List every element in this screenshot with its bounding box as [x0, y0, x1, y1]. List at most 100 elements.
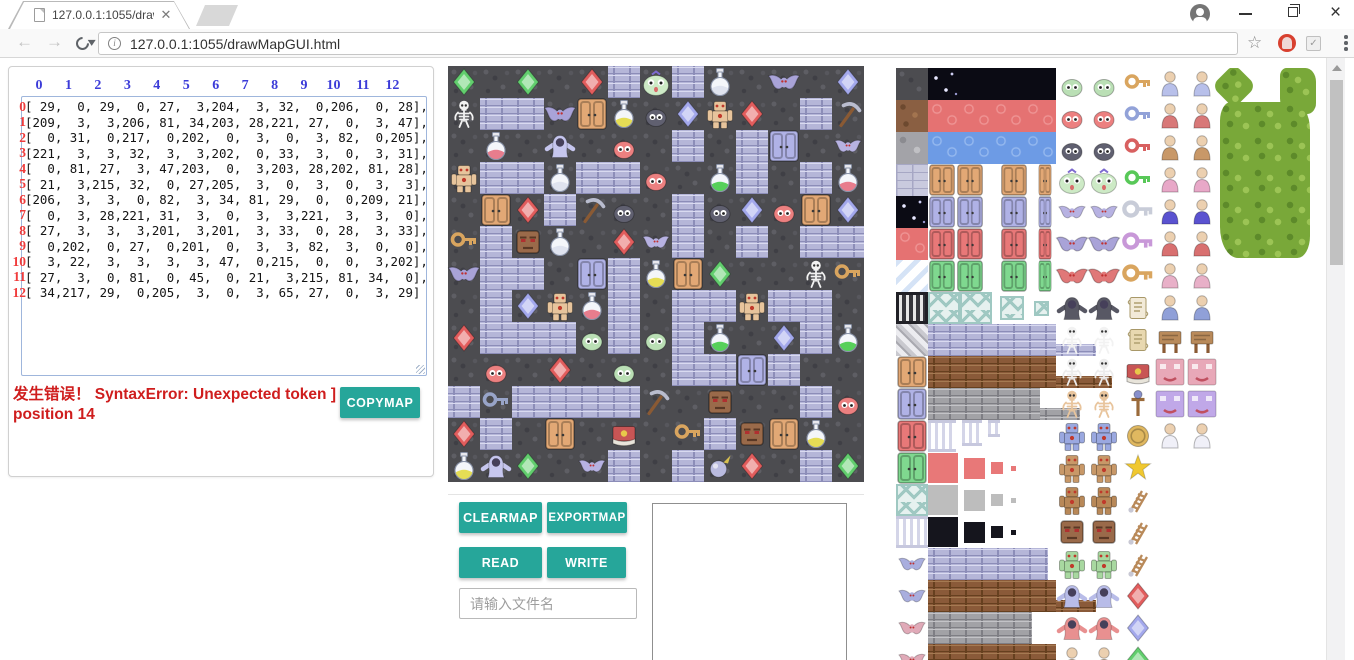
tileset-key[interactable]	[1122, 100, 1154, 132]
tileset-staff[interactable]	[1122, 388, 1154, 420]
tileset-fade-square[interactable]	[1011, 530, 1016, 535]
tileset-starfield[interactable]	[928, 68, 1056, 100]
map-tile-brick-wall[interactable]	[800, 98, 832, 130]
map-tile-blue-gem[interactable]	[512, 290, 544, 322]
tileset-door[interactable]	[896, 420, 928, 452]
map-tile-brick-wall[interactable]	[672, 226, 704, 258]
map-tile-red-gem[interactable]	[448, 322, 480, 354]
map-tile-brick-wall[interactable]	[672, 194, 704, 226]
tileset-char[interactable]	[1056, 644, 1088, 660]
tileset-bat[interactable]	[1056, 228, 1088, 260]
page-info-icon[interactable]: i	[108, 37, 121, 50]
map-tile-dark-floor[interactable]	[736, 322, 768, 354]
map-tile-orange-door[interactable]	[544, 418, 576, 450]
map-tile-orange-door[interactable]	[800, 194, 832, 226]
map-tile-green-slime[interactable]	[640, 322, 672, 354]
scroll-up-arrow-icon[interactable]	[1332, 65, 1342, 71]
map-tile-dark-floor[interactable]	[448, 290, 480, 322]
forward-button[interactable]: →	[46, 32, 63, 52]
tileset-golem[interactable]	[1088, 452, 1120, 484]
map-tile-yellow-potion[interactable]	[640, 258, 672, 290]
tileset-bigslime[interactable]	[1088, 164, 1120, 196]
read-button[interactable]: READ	[459, 547, 542, 578]
tileset-char[interactable]	[1154, 420, 1186, 452]
map-tile-dark-floor[interactable]	[448, 354, 480, 386]
tileset-char[interactable]	[1154, 228, 1186, 260]
map-tile-pickaxe[interactable]	[832, 98, 864, 130]
map-tile-yellow-potion[interactable]	[608, 98, 640, 130]
map-tile-blue-gem[interactable]	[736, 194, 768, 226]
map-tile-golem[interactable]	[736, 290, 768, 322]
tileset-char[interactable]	[1186, 196, 1218, 228]
map-tile-brick-wall[interactable]	[480, 226, 512, 258]
map-tile-brick-wall[interactable]	[704, 418, 736, 450]
map-tile-dark-floor[interactable]	[704, 130, 736, 162]
tileset-pillar[interactable]	[988, 420, 1000, 437]
profile-avatar-icon[interactable]	[1190, 4, 1210, 24]
tileset-palette[interactable]	[896, 68, 1330, 660]
tileset-fade-square[interactable]	[928, 517, 958, 547]
tileset-slime[interactable]	[1056, 68, 1088, 100]
tileset-dirt[interactable]	[896, 100, 928, 132]
tileset-ghost[interactable]	[1056, 580, 1088, 612]
tileset-golem[interactable]	[1088, 484, 1120, 516]
tileset-lava[interactable]	[928, 100, 1056, 132]
extension-check-icon[interactable]: ✓	[1306, 36, 1321, 51]
map-tile-blue-gem[interactable]	[768, 322, 800, 354]
tileset-ladder[interactable]	[1122, 516, 1154, 548]
map-tile-brick-wall[interactable]	[672, 290, 704, 322]
tileset-char[interactable]	[1154, 132, 1186, 164]
map-tile-dark-floor[interactable]	[544, 450, 576, 482]
map-tile-small-bat[interactable]	[576, 450, 608, 482]
map-tile-black-slime[interactable]	[704, 194, 736, 226]
map-tile-blue-key[interactable]	[480, 386, 512, 418]
tileset-ghost[interactable]	[1056, 292, 1088, 324]
tileset-slime[interactable]	[1088, 68, 1120, 100]
tileset-fade-square[interactable]	[964, 522, 985, 543]
map-tile-stone-face[interactable]	[736, 418, 768, 450]
tileset-sign[interactable]	[1154, 324, 1186, 356]
tileset-door-frame[interactable]	[956, 196, 984, 228]
tileset-gem[interactable]	[1122, 644, 1154, 660]
tileset-fade-square[interactable]	[928, 453, 958, 483]
map-tile-dark-floor[interactable]	[832, 354, 864, 386]
tileset-fade-square[interactable]	[964, 458, 985, 479]
tileset-graystone[interactable]	[896, 132, 928, 164]
matrix-textarea[interactable]	[21, 96, 427, 376]
tileset-ladder[interactable]	[1122, 548, 1154, 580]
tileset-slime[interactable]	[1056, 100, 1088, 132]
map-tile-dark-floor[interactable]	[640, 450, 672, 482]
map-tile-brick-wall[interactable]	[512, 258, 544, 290]
tileset-water[interactable]	[928, 132, 1056, 164]
map-tile-brick-wall[interactable]	[704, 290, 736, 322]
tileset-wallface[interactable]	[1154, 388, 1186, 420]
map-tile-red-slime[interactable]	[768, 194, 800, 226]
tileset-lattice[interactable]	[896, 484, 928, 516]
tileset-brick_brown[interactable]	[928, 580, 1056, 612]
tileset-wallface[interactable]	[1186, 356, 1218, 388]
tileset-bat[interactable]	[1088, 196, 1120, 228]
tileset-brick_gray[interactable]	[928, 388, 1040, 420]
map-tile-green-potion[interactable]	[704, 322, 736, 354]
tileset-door-frame[interactable]	[1038, 260, 1052, 292]
map-tile-red-gem[interactable]	[544, 354, 576, 386]
map-tile-brick-wall[interactable]	[576, 386, 608, 418]
tileset-char[interactable]	[1154, 68, 1186, 100]
scrollbar-thumb[interactable]	[1330, 80, 1343, 265]
map-tile-brick-wall[interactable]	[544, 386, 576, 418]
map-tile-dark-floor[interactable]	[800, 354, 832, 386]
map-tile-blue-door[interactable]	[576, 258, 608, 290]
tileset-door[interactable]	[896, 452, 928, 484]
map-tile-orb[interactable]	[704, 450, 736, 482]
tileset-door-frame[interactable]	[956, 260, 984, 292]
map-tile-stone-face[interactable]	[704, 386, 736, 418]
new-tab-button[interactable]	[196, 5, 238, 26]
map-tile-brick-wall[interactable]	[672, 354, 704, 386]
map-tile-brick-wall[interactable]	[800, 226, 832, 258]
tileset-bigslime[interactable]	[1056, 164, 1088, 196]
tileset-door-frame[interactable]	[1038, 228, 1052, 260]
map-tile-red-slime[interactable]	[832, 386, 864, 418]
tileset-golem[interactable]	[1056, 420, 1088, 452]
map-tile-dark-floor[interactable]	[512, 418, 544, 450]
map-tile-white-potion[interactable]	[544, 226, 576, 258]
